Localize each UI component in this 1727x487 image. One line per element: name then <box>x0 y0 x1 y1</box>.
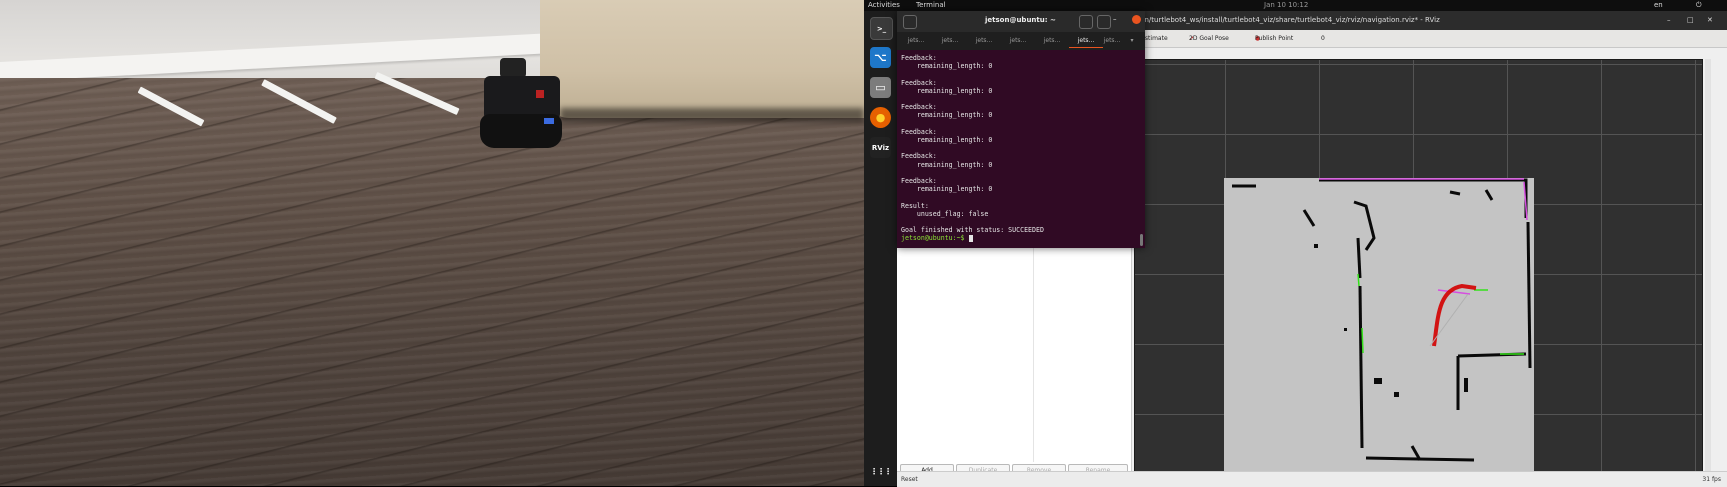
sofa <box>540 0 864 118</box>
new-tab-icon[interactable] <box>903 15 917 29</box>
terminal-line: Feedback: <box>901 78 937 87</box>
rviz-3d-viewport[interactable] <box>1134 59 1703 481</box>
gnome-top-bar: Activities Terminal Jan 10 10:12 en ⏻ <box>864 0 1727 11</box>
close-icon[interactable] <box>1132 15 1141 24</box>
terminal-line: remaining_length: 0 <box>901 62 993 71</box>
terminal-title: jetson@ubuntu: ~ <box>985 16 1056 24</box>
terminal-header: jetson@ubuntu: ~ – <box>897 11 1145 32</box>
viewport-scrollbar[interactable] <box>1705 59 1711 479</box>
terminal-line: remaining_length: 0 <box>901 136 993 145</box>
activities-button[interactable]: Activities <box>868 0 900 11</box>
dock: >_ ⌥ ▭ ● RViz ⋮⋮⋮ <box>864 11 898 486</box>
terminal-tabs: jets... jets... jets... jets... jets... … <box>897 32 1145 50</box>
rviz-dock-icon[interactable]: RViz <box>870 137 891 158</box>
map-walls <box>1232 178 1532 462</box>
terminal-line: Feedback: <box>901 54 937 62</box>
terminal-tab-active[interactable]: jets... <box>1069 35 1103 48</box>
power-icon[interactable]: ⏻ <box>1696 0 1702 11</box>
text-cursor <box>968 234 973 242</box>
rviz-window-title: /home/jetson/turtlebot4_ws/install/turtl… <box>1103 16 1440 24</box>
terminal-tab[interactable]: jets... <box>1001 35 1035 47</box>
keyboard-layout[interactable]: en <box>1654 0 1663 11</box>
terminal-tab[interactable]: jets... <box>1103 35 1121 47</box>
terminal-line: Feedback: <box>901 103 937 112</box>
wooden-floor <box>0 78 864 486</box>
tabs-dropdown-icon[interactable]: ▾ <box>1123 35 1141 47</box>
minimize-icon[interactable]: – <box>1113 15 1117 23</box>
terminal-prompt-line[interactable]: jetson@ubuntu:~$ <box>901 234 1141 242</box>
terminal-prompt: jetson@ubuntu:~$ <box>901 234 969 243</box>
terminal-line: Feedback: <box>901 127 937 136</box>
laser-scan <box>1357 273 1524 355</box>
maximize-icon[interactable]: □ <box>1687 11 1694 30</box>
terminal-window: jetson@ubuntu: ~ – jets... jets... jets.… <box>897 11 1145 248</box>
vscode-dock-icon[interactable]: ⌥ <box>870 47 891 68</box>
map-overlay <box>1232 178 1532 462</box>
search-icon[interactable] <box>1079 15 1093 29</box>
terminal-line: Feedback: <box>901 152 937 161</box>
map-obstacles <box>1314 244 1468 397</box>
turtlebot-robot <box>478 58 568 154</box>
minimize-icon[interactable]: – <box>1667 11 1671 30</box>
occupancy-map <box>1224 178 1534 472</box>
costmap-edges <box>1319 178 1528 295</box>
terminal-tab[interactable]: jets... <box>933 35 967 47</box>
camera-photo <box>0 0 864 486</box>
terminal-line: Feedback: <box>901 177 937 186</box>
terminal-line: Goal finished with status: SUCCEEDED <box>901 226 1044 235</box>
close-icon[interactable]: ✕ <box>1707 11 1713 30</box>
toolbar-extra[interactable]: 0 <box>1321 30 1325 47</box>
menu-icon[interactable] <box>1097 15 1111 29</box>
terminal-tab[interactable]: jets... <box>1035 35 1069 47</box>
app-menu[interactable]: Terminal <box>916 0 946 11</box>
terminal-line: Result: <box>901 201 929 210</box>
terminal-line: remaining_length: 0 <box>901 185 993 194</box>
terminal-line: unused_flag: false <box>901 209 989 218</box>
fps-readout: 31 fps <box>1702 476 1721 483</box>
terminal-line: remaining_length: 0 <box>901 160 993 169</box>
firefox-dock-icon[interactable]: ● <box>870 107 891 128</box>
terminal-line: remaining_length: 0 <box>901 111 993 120</box>
show-apps-icon[interactable]: ⋮⋮⋮ <box>870 461 892 482</box>
planned-path <box>1429 283 1477 347</box>
terminal-tab[interactable]: jets... <box>967 35 1001 47</box>
rviz-status-bar: Reset 31 fps <box>897 471 1727 487</box>
terminal-dock-icon[interactable]: >_ <box>870 17 893 40</box>
terminal-scrollbar[interactable] <box>1140 234 1143 246</box>
terminal-tab[interactable]: jets... <box>899 35 933 47</box>
terminal-line: remaining_length: 0 <box>901 86 993 95</box>
files-dock-icon[interactable]: ▭ <box>870 77 891 98</box>
reset-button[interactable]: Reset <box>901 472 918 487</box>
clock[interactable]: Jan 10 10:12 <box>1264 0 1308 11</box>
terminal-output[interactable]: Feedback: remaining_length: 0 Feedback: … <box>897 50 1141 248</box>
